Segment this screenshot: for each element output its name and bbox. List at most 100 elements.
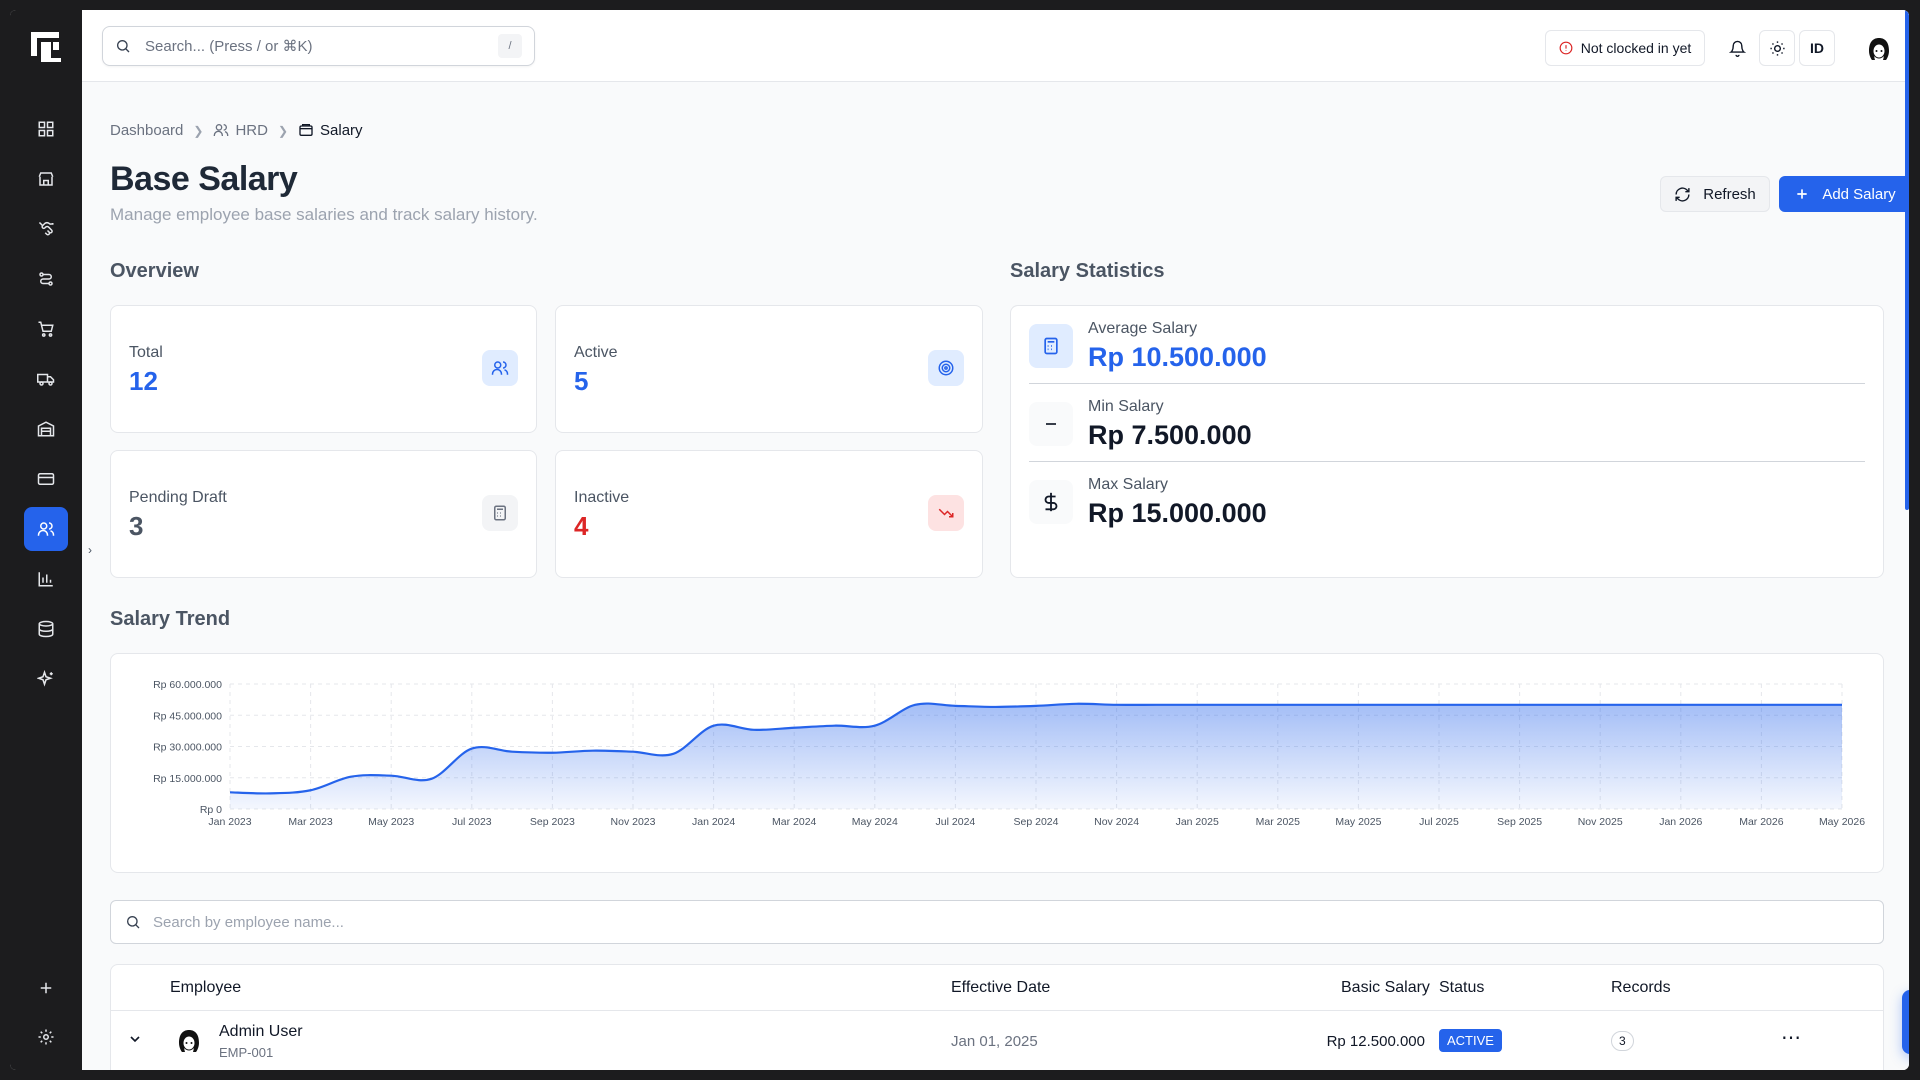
clock-status-button[interactable]: Not clocked in yet: [1545, 30, 1705, 66]
plus-icon: [1797, 189, 1807, 199]
minus-icon: [1029, 402, 1073, 446]
y-tick-label: Rp 60.000.000: [153, 679, 222, 691]
page-title: Base Salary: [110, 160, 298, 198]
table-row[interactable]: Admin User EMP-001 Jan 01, 2025 Rp 12.50…: [111, 1011, 1883, 1070]
warehouse-icon: [37, 421, 55, 437]
effective-date: Jan 01, 2025: [951, 1033, 1038, 1050]
calculator-icon: [1029, 324, 1073, 368]
breadcrumb-dashboard[interactable]: Dashboard: [110, 122, 183, 139]
x-tick-label: May 2023: [368, 816, 414, 828]
refresh-button[interactable]: Refresh: [1660, 176, 1770, 212]
salary-statistics-heading: Salary Statistics: [1010, 260, 1165, 282]
x-tick-label: Jan 2023: [208, 816, 251, 828]
x-tick-label: Nov 2024: [1094, 816, 1139, 828]
stat-label: Min Salary: [1088, 398, 1164, 415]
stat-card-inactive: Inactive 4: [555, 450, 983, 578]
stat-label: Pending Draft: [129, 489, 227, 506]
nav-partners[interactable]: [24, 207, 68, 251]
y-tick-label: Rp 0: [200, 804, 222, 816]
trending-down-icon: [928, 495, 964, 531]
language-button[interactable]: ID: [1799, 30, 1835, 66]
expand-row-button[interactable]: [127, 1031, 143, 1052]
x-tick-label: Jan 2025: [1176, 816, 1219, 828]
basic-salary: Rp 12.500.000: [1326, 1033, 1425, 1050]
nav-sales[interactable]: [24, 307, 68, 351]
header-effective-date[interactable]: Effective Date: [951, 979, 1050, 997]
shortcut-key: /: [498, 34, 522, 58]
stat-value: Rp 7.500.000: [1088, 420, 1252, 450]
header-status[interactable]: Status: [1439, 979, 1484, 997]
users-icon: [482, 350, 518, 386]
handshake-icon: [39, 222, 54, 236]
bell-icon: [1728, 40, 1746, 57]
refresh-icon: [1675, 186, 1690, 202]
x-tick-label: Jan 2026: [1659, 816, 1702, 828]
x-tick-label: May 2024: [852, 816, 898, 828]
nav-workflow[interactable]: [24, 257, 68, 301]
nav-settings[interactable]: [24, 1015, 68, 1059]
header-basic-salary[interactable]: Basic Salary: [1341, 979, 1430, 997]
stat-value: 12: [129, 366, 158, 396]
notifications-button[interactable]: [1719, 30, 1755, 66]
nav-ai[interactable]: [24, 657, 68, 701]
min-salary-row: Min Salary Rp 7.500.000: [1029, 384, 1865, 462]
stat-value: 4: [574, 511, 589, 541]
header-records[interactable]: Records: [1611, 979, 1671, 997]
stat-label: Average Salary: [1088, 320, 1198, 337]
x-tick-label: Mar 2023: [288, 816, 333, 828]
grid-icon: [38, 121, 54, 137]
x-tick-label: Jul 2025: [1419, 816, 1459, 828]
breadcrumb-salary: Salary: [298, 122, 363, 139]
stat-card-active: Active 5: [555, 305, 983, 433]
x-tick-label: May 2026: [1819, 816, 1865, 828]
x-tick-label: Nov 2025: [1578, 816, 1623, 828]
nav-add[interactable]: [24, 966, 68, 1010]
stat-label: Inactive: [574, 489, 630, 506]
truck-icon: [37, 373, 55, 386]
chevron-right-icon: ❯: [277, 123, 289, 138]
x-tick-label: Sep 2024: [1014, 816, 1059, 828]
alert-circle-icon: [1559, 41, 1573, 55]
search-placeholder: Search... (Press / or ⌘K): [145, 38, 313, 55]
nav-database[interactable]: [24, 607, 68, 651]
app-logo[interactable]: [29, 30, 63, 64]
nav-delivery[interactable]: [24, 357, 68, 401]
page-subtitle: Manage employee base salaries and track …: [110, 205, 538, 224]
sidebar-expand-toggle[interactable]: ›: [88, 543, 92, 557]
table-header: Employee Effective Date Basic Salary Sta…: [111, 965, 1883, 1011]
nav-warehouse[interactable]: [24, 407, 68, 451]
stat-value: Rp 15.000.000: [1088, 498, 1267, 528]
status-badge: ACTIVE: [1439, 1029, 1502, 1052]
chat-button[interactable]: [1902, 990, 1909, 1054]
nav-reports[interactable]: [24, 557, 68, 601]
refresh-label: Refresh: [1703, 185, 1756, 203]
scrollbar[interactable]: [1905, 10, 1909, 510]
nav-dashboard[interactable]: [24, 107, 68, 151]
header-employee[interactable]: Employee: [170, 979, 241, 997]
add-salary-button[interactable]: Add Salary: [1779, 176, 1909, 212]
chevron-right-icon: ❯: [193, 123, 204, 138]
sun-icon: [1769, 40, 1785, 56]
global-search[interactable]: Search... (Press / or ⌘K) /: [102, 26, 535, 66]
user-avatar[interactable]: [1864, 34, 1894, 64]
salary-table: Employee Effective Date Basic Salary Sta…: [110, 964, 1884, 1070]
max-salary-row: Max Salary Rp 15.000.000: [1029, 462, 1865, 540]
nav-hrd[interactable]: [24, 507, 68, 551]
stat-value: Rp 10.500.000: [1088, 342, 1267, 372]
employee-avatar: [174, 1026, 204, 1056]
nav-store[interactable]: [24, 157, 68, 201]
theme-toggle-button[interactable]: [1759, 30, 1795, 66]
more-actions-button[interactable]: ⋯: [1781, 1025, 1802, 1050]
average-salary-row: Average Salary Rp 10.500.000: [1029, 306, 1865, 384]
store-icon: [38, 172, 54, 186]
breadcrumb-hrd[interactable]: HRD: [213, 122, 268, 139]
x-tick-label: Jul 2024: [936, 816, 976, 828]
breadcrumb-salary-label: Salary: [320, 122, 363, 139]
x-tick-label: Jan 2024: [692, 816, 735, 828]
salary-trend-chart: Rp 0 Rp 15.000.000 Rp 30.000.000 Rp 45.000.…: [153, 679, 1865, 828]
nav-finance[interactable]: [24, 457, 68, 501]
employee-search[interactable]: Search by employee name...: [110, 900, 1884, 944]
stat-label: Active: [574, 344, 618, 361]
cart-icon: [38, 321, 54, 337]
records-count: 3: [1611, 1031, 1634, 1051]
